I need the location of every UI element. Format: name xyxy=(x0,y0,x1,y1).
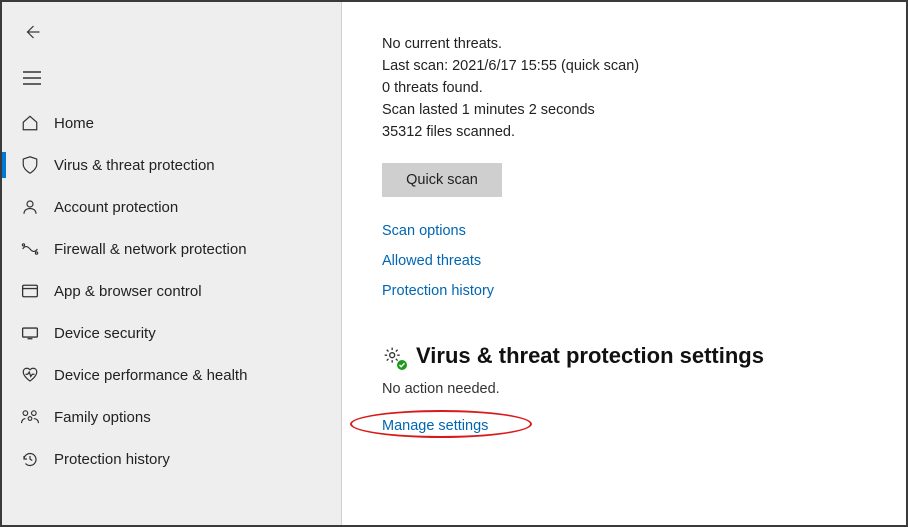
nav-app-browser[interactable]: App & browser control xyxy=(2,270,341,312)
menu-button[interactable] xyxy=(12,60,52,96)
history-icon xyxy=(20,449,40,469)
family-icon xyxy=(20,407,40,427)
nav-label: Family options xyxy=(54,409,151,426)
nav-label: Device performance & health xyxy=(54,367,247,384)
vtp-settings-section: Virus & threat protection settings No ac… xyxy=(382,343,866,434)
main-content: Current threats No current threats. Last… xyxy=(342,2,906,525)
quick-scan-button[interactable]: Quick scan xyxy=(382,163,502,197)
nav-list: Home Virus & threat protection Account p… xyxy=(2,102,341,480)
scan-options-link[interactable]: Scan options xyxy=(382,223,866,239)
threats-found-text: 0 threats found. xyxy=(382,77,866,99)
nav-home[interactable]: Home xyxy=(2,102,341,144)
nav-account-protection[interactable]: Account protection xyxy=(2,186,341,228)
sidebar: Home Virus & threat protection Account p… xyxy=(2,2,342,525)
heart-icon xyxy=(20,365,40,385)
shield-icon xyxy=(20,155,40,175)
allowed-threats-link[interactable]: Allowed threats xyxy=(382,253,866,269)
settings-gear-icon xyxy=(382,345,404,367)
files-scanned-text: 35312 files scanned. xyxy=(382,121,866,143)
nav-device-security[interactable]: Device security xyxy=(2,312,341,354)
nav-label: Account protection xyxy=(54,199,178,216)
nav-protection-history[interactable]: Protection history xyxy=(2,438,341,480)
app-browser-icon xyxy=(20,281,40,301)
no-threats-text: No current threats. xyxy=(382,33,866,55)
nav-family-options[interactable]: Family options xyxy=(2,396,341,438)
threat-links: Scan options Allowed threats Protection … xyxy=(382,223,866,299)
nav-virus-threat-protection[interactable]: Virus & threat protection xyxy=(2,144,341,186)
nav-label: Firewall & network protection xyxy=(54,241,247,258)
home-icon xyxy=(20,113,40,133)
nav-device-performance[interactable]: Device performance & health xyxy=(2,354,341,396)
nav-label: Device security xyxy=(54,325,156,342)
protection-history-link[interactable]: Protection history xyxy=(382,283,866,299)
last-scan-text: Last scan: 2021/6/17 15:55 (quick scan) xyxy=(382,55,866,77)
firewall-icon xyxy=(20,239,40,259)
nav-firewall[interactable]: Firewall & network protection xyxy=(2,228,341,270)
back-button[interactable] xyxy=(12,14,52,50)
nav-label: Protection history xyxy=(54,451,170,468)
vtp-settings-title: Virus & threat protection settings xyxy=(416,343,764,369)
nav-label: App & browser control xyxy=(54,283,202,300)
manage-settings-link[interactable]: Manage settings xyxy=(382,418,488,434)
scan-duration-text: Scan lasted 1 minutes 2 seconds xyxy=(382,99,866,121)
vtp-settings-status: No action needed. xyxy=(382,381,866,397)
nav-label: Virus & threat protection xyxy=(54,157,215,174)
device-security-icon xyxy=(20,323,40,343)
nav-label: Home xyxy=(54,115,94,132)
threat-status-block: No current threats. Last scan: 2021/6/17… xyxy=(382,33,866,143)
account-icon xyxy=(20,197,40,217)
